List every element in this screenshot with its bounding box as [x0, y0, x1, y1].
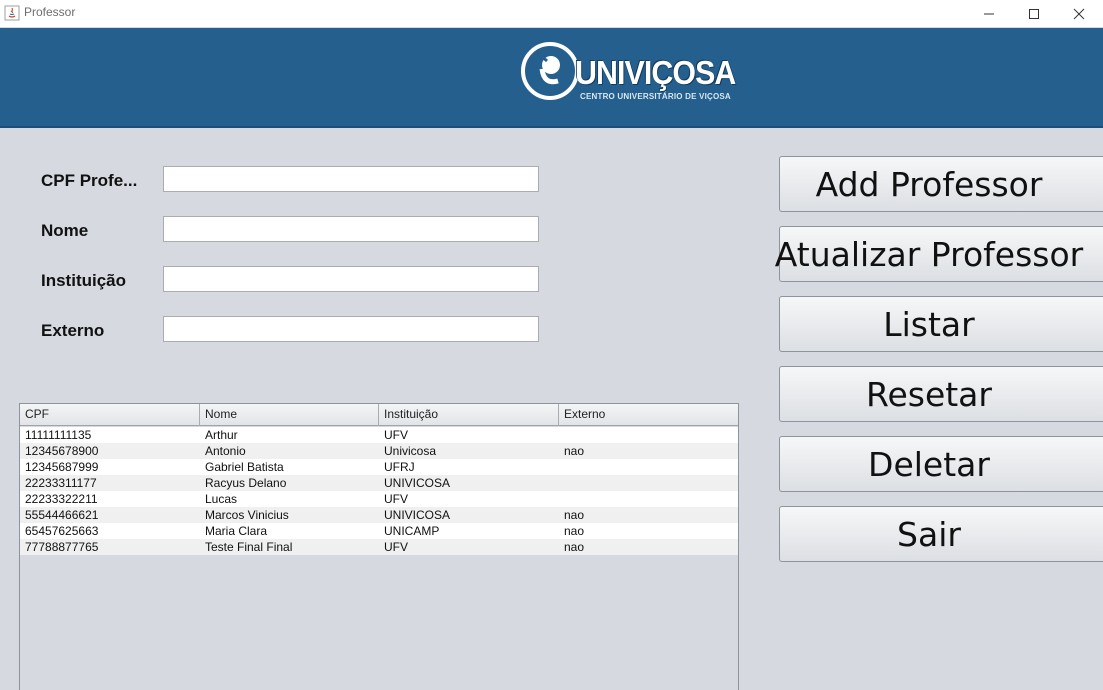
table-cell-externo — [559, 491, 738, 507]
table-row[interactable]: 77788877765 Teste Final Final UFV nao — [20, 539, 738, 555]
table-cell-externo: nao — [564, 444, 585, 458]
window-titlebar: Professor — [0, 0, 1103, 27]
table-cell-cpf: 55544466621 — [25, 508, 99, 522]
externo-input[interactable] — [163, 316, 539, 342]
listar-button[interactable]: Listar — [779, 296, 1103, 352]
cpf-label: CPF Profe... — [41, 171, 138, 190]
table-row[interactable]: 65457625663 Maria Clara UNICAMP nao — [20, 523, 738, 539]
table-cell-instituicao: UFV — [384, 428, 408, 442]
table-cell-externo: nao — [564, 508, 585, 522]
minimize-button[interactable] — [966, 0, 1012, 27]
table-cell-cpf: 11111111135 — [25, 428, 92, 442]
maximize-button[interactable] — [1011, 0, 1057, 27]
instituicao-input[interactable] — [163, 266, 539, 292]
nome-input[interactable] — [163, 216, 539, 242]
table-cell-cpf: 12345678900 — [25, 444, 99, 458]
table-cell-nome: Racyus Delano — [205, 476, 287, 490]
table-cell-nome: Antonio — [205, 444, 246, 458]
table-cell-externo — [559, 427, 738, 443]
table-cell-cpf: 22233322211 — [25, 492, 98, 506]
table-cell-nome: Arthur — [205, 428, 238, 442]
header-banner: UNIVIÇOSA CENTRO UNIVERSITÁRIO DE VIÇOSA — [0, 28, 1103, 128]
table-cell-instituicao: UFV — [384, 492, 408, 506]
close-button[interactable] — [1056, 0, 1102, 27]
table-cell-nome: Gabriel Batista — [205, 460, 284, 474]
table-cell-externo: nao — [564, 540, 585, 554]
column-header-nome[interactable]: Nome — [200, 404, 379, 426]
table-cell-instituicao: UNICAMP — [384, 524, 440, 538]
table-header: CPF Nome Instituição Externo — [20, 404, 738, 426]
table-cell-nome: Marcos Vinicius — [205, 508, 289, 522]
column-header-externo[interactable]: Externo — [559, 404, 738, 426]
sair-button[interactable]: Sair — [779, 506, 1103, 562]
logo-subtitle: CENTRO UNIVERSITÁRIO DE VIÇOSA — [580, 92, 731, 101]
table-cell-nome: Maria Clara — [205, 524, 268, 538]
table-cell-instituicao: UNIVICOSA — [384, 476, 451, 490]
minimize-icon — [984, 13, 994, 14]
table-cell-instituicao: UFV — [384, 540, 408, 554]
table-cell-externo — [559, 459, 738, 475]
nome-label: Nome — [41, 221, 89, 240]
table-cell-cpf: 22233311177 — [25, 476, 97, 490]
java-icon — [4, 5, 20, 21]
column-header-instituicao[interactable]: Instituição — [379, 404, 559, 426]
table-cell-instituicao: UNIVICOSA — [384, 508, 451, 522]
table-row[interactable]: 11111111135 Arthur UFV — [20, 427, 738, 443]
table-row[interactable]: 22233311177 Racyus Delano UNIVICOSA — [20, 475, 738, 491]
externo-label: Externo — [41, 321, 105, 340]
logo-text: UNIVIÇOSA — [575, 54, 736, 91]
atualizar-professor-button[interactable]: Atualizar Professor — [775, 226, 1103, 282]
instituicao-label: Instituição — [41, 271, 127, 290]
maximize-icon — [1029, 8, 1039, 19]
table-cell-nome: Teste Final Final — [205, 540, 293, 554]
table-row[interactable]: 12345687999 Gabriel Batista UFRJ — [20, 459, 738, 475]
add-professor-button[interactable]: Add Professor — [779, 156, 1103, 212]
table-cell-instituicao: Univicosa — [384, 444, 437, 458]
deletar-button[interactable]: Deletar — [779, 436, 1103, 492]
table-cell-cpf: 77788877765 — [25, 540, 99, 554]
column-header-cpf[interactable]: CPF — [20, 404, 200, 426]
table-cell-externo — [559, 475, 738, 491]
cpf-input[interactable] — [163, 166, 539, 192]
window-title: Professor — [24, 5, 76, 19]
table-cell-cpf: 65457625663 — [25, 524, 99, 538]
table-cell-cpf: 12345687999 — [25, 460, 99, 474]
table-cell-instituicao: UFRJ — [384, 460, 415, 474]
table-row[interactable]: 55544466621 Marcos Vinicius UNIVICOSA nao — [20, 507, 738, 523]
table-row[interactable]: 22233322211 Lucas UFV — [20, 491, 738, 507]
table-cell-nome: Lucas — [205, 492, 238, 506]
table-row[interactable]: 12345678900 Antonio Univicosa nao — [20, 443, 738, 459]
table-body: 11111111135 Arthur UFV 12345678900 Antonio Un… — [20, 427, 738, 555]
professor-table[interactable]: CPF Nome Instituição Externo 11111111135… — [19, 403, 739, 690]
table-cell-externo: nao — [564, 524, 585, 538]
univicosa-logo-icon — [520, 41, 580, 101]
resetar-button[interactable]: Resetar — [779, 366, 1103, 422]
close-icon — [1073, 8, 1085, 19]
